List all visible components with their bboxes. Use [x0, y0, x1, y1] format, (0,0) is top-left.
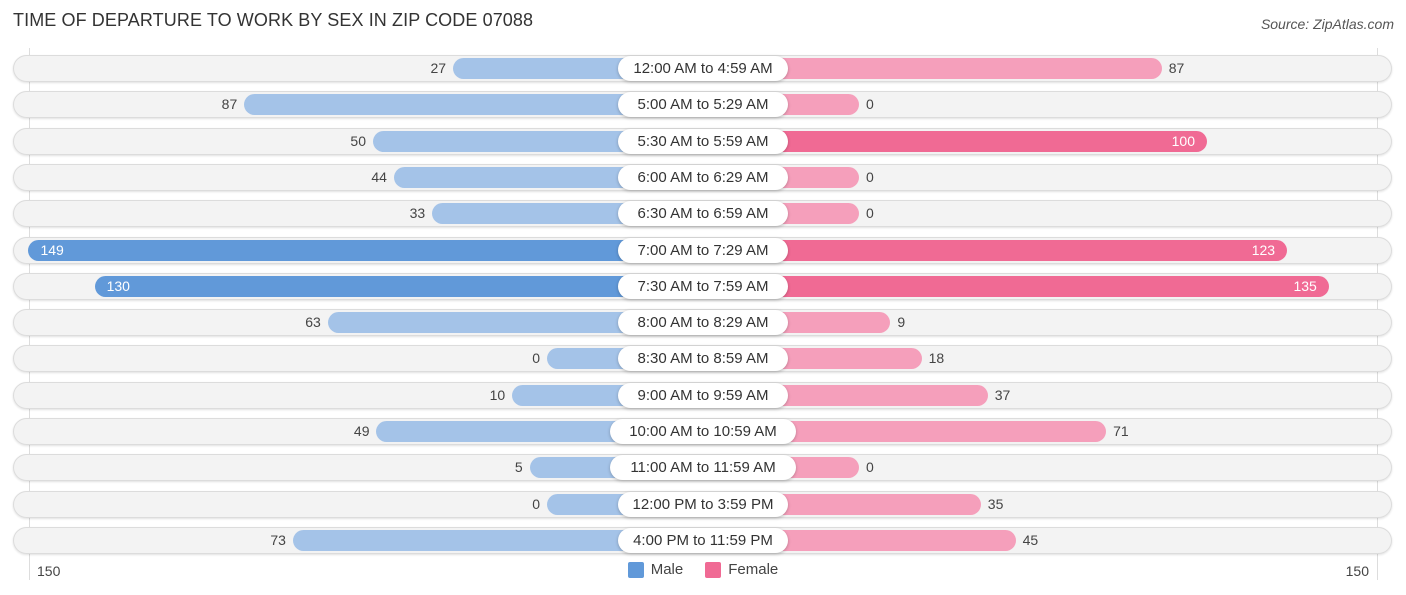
value-label-male: 0: [532, 350, 540, 366]
bar-male[interactable]: [28, 240, 703, 261]
value-label-female: 0: [866, 169, 874, 185]
legend-label-male: Male: [650, 561, 684, 578]
legend-swatch-female: [705, 561, 722, 578]
value-label-female: 18: [928, 350, 945, 366]
value-label-male: 50: [350, 133, 366, 149]
category-label: 10:00 AM to 10:59 AM: [610, 419, 796, 444]
bar-female[interactable]: [703, 276, 1329, 297]
legend-label-female: Female: [728, 561, 779, 578]
value-label-male: 10: [489, 387, 506, 403]
value-label-male: 5: [514, 459, 523, 475]
category-label: 9:00 AM to 9:59 AM: [618, 383, 788, 408]
category-label: 6:30 AM to 6:59 AM: [618, 201, 788, 226]
bar-female[interactable]: [703, 240, 1288, 261]
value-label-female: 0: [866, 205, 874, 221]
category-label: 4:00 PM to 11:59 PM: [618, 528, 788, 553]
category-label: 5:00 AM to 5:29 AM: [618, 92, 788, 117]
value-label-male: 149: [40, 242, 64, 258]
value-label-female: 0: [866, 459, 874, 475]
legend-swatch-male: [627, 561, 644, 578]
bar-male[interactable]: [94, 276, 703, 297]
category-label: 8:30 AM to 8:59 AM: [618, 346, 788, 371]
value-label-female: 71: [1113, 423, 1129, 439]
value-label-female: 35: [987, 496, 1004, 512]
source-credit: Source: ZipAtlas.com: [1260, 16, 1394, 32]
value-label-male: 87: [221, 96, 238, 112]
category-label: 6:00 AM to 6:29 AM: [618, 165, 788, 190]
value-label-male: 0: [532, 496, 540, 512]
value-label-female: 0: [866, 96, 874, 112]
value-label-male: 27: [430, 60, 447, 76]
value-label-male: 130: [106, 278, 130, 294]
value-label-male: 33: [409, 205, 426, 221]
value-label-female: 135: [1293, 278, 1317, 294]
category-label: 7:00 AM to 7:29 AM: [618, 238, 788, 263]
category-label: 12:00 PM to 3:59 PM: [618, 492, 788, 517]
value-label-male: 44: [371, 169, 387, 185]
category-label: 12:00 AM to 4:59 AM: [618, 56, 788, 81]
value-label-male: 49: [353, 423, 370, 439]
category-label: 11:00 AM to 11:59 AM: [610, 455, 796, 480]
legend-item-male[interactable]: Male: [627, 561, 684, 578]
legend-item-female[interactable]: Female: [705, 561, 778, 578]
value-label-male: 63: [305, 314, 321, 330]
category-label: 5:30 AM to 5:59 AM: [618, 129, 788, 154]
legend: Male Female: [0, 561, 1406, 578]
chart-title: TIME OF DEPARTURE TO WORK BY SEX IN ZIP …: [13, 10, 534, 30]
value-label-female: 45: [1022, 532, 1039, 548]
value-label-male: 73: [270, 532, 286, 548]
value-label-female: 100: [1171, 133, 1195, 149]
value-label-female: 37: [994, 387, 1011, 403]
category-label: 7:30 AM to 7:59 AM: [618, 274, 788, 299]
category-label: 8:00 AM to 8:29 AM: [618, 310, 788, 335]
value-label-female: 9: [897, 314, 906, 330]
value-label-female: 123: [1251, 242, 1276, 258]
value-label-female: 87: [1168, 60, 1185, 76]
